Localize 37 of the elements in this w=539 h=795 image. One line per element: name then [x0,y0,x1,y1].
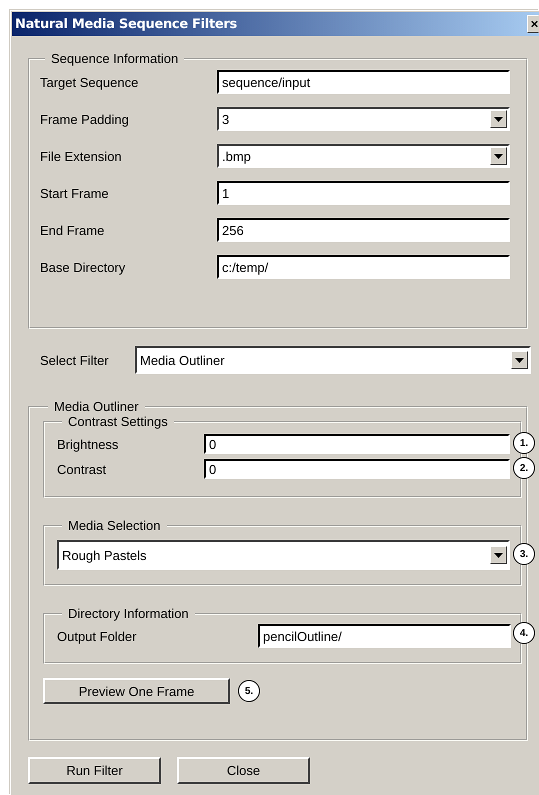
dropdown-field[interactable]: Media Outliner [135,346,531,374]
field-label: End Frame [40,222,106,238]
step-marker: 4. [513,622,535,644]
text-field[interactable]: 256 [217,218,510,242]
window-title: Natural Media Sequence Filters [15,16,237,32]
field-label: Select Filter [40,352,110,368]
step-marker: 5. [238,680,260,702]
field-label: Base Directory [40,260,126,274]
group-label: Media Selection [67,518,162,533]
group-label: Contrast Settings [67,414,169,429]
preview-button[interactable]: Preview One Frame [43,678,230,704]
group-label: Media Outliner [53,399,140,414]
text-field[interactable]: pencilOutline/ [258,624,511,648]
field-label: Contrast [57,462,108,476]
text-field[interactable]: 0 [204,434,510,454]
field-label: Start Frame [40,186,110,200]
field-label: Output Folder [57,628,138,644]
text-field[interactable]: 1 [217,181,510,205]
field-label: Target Sequence [40,74,140,90]
dropdown-field[interactable]: Rough Pastels [57,540,510,570]
text-field[interactable]: c:/temp/ [217,255,510,279]
dropdown-field[interactable]: .bmp [217,144,510,168]
step-marker: 3. [513,543,535,565]
close-dialog-button[interactable]: Close [177,757,310,784]
field-label: File Extension [40,148,123,164]
text-field[interactable]: 0 [204,459,510,479]
run-filter-button[interactable]: Run Filter [28,757,161,784]
step-marker: 2. [513,457,535,479]
field-label: Frame Padding [40,112,130,126]
step-marker: 1. [513,432,535,454]
group-label: Directory Information [67,606,190,621]
close-icon [531,19,538,29]
field-label: Brightness [57,436,120,452]
group-label: Sequence Information [50,51,180,66]
close-button[interactable] [527,15,539,33]
text-field[interactable]: sequence/input [217,70,510,94]
dropdown-field[interactable]: 3 [217,107,510,131]
